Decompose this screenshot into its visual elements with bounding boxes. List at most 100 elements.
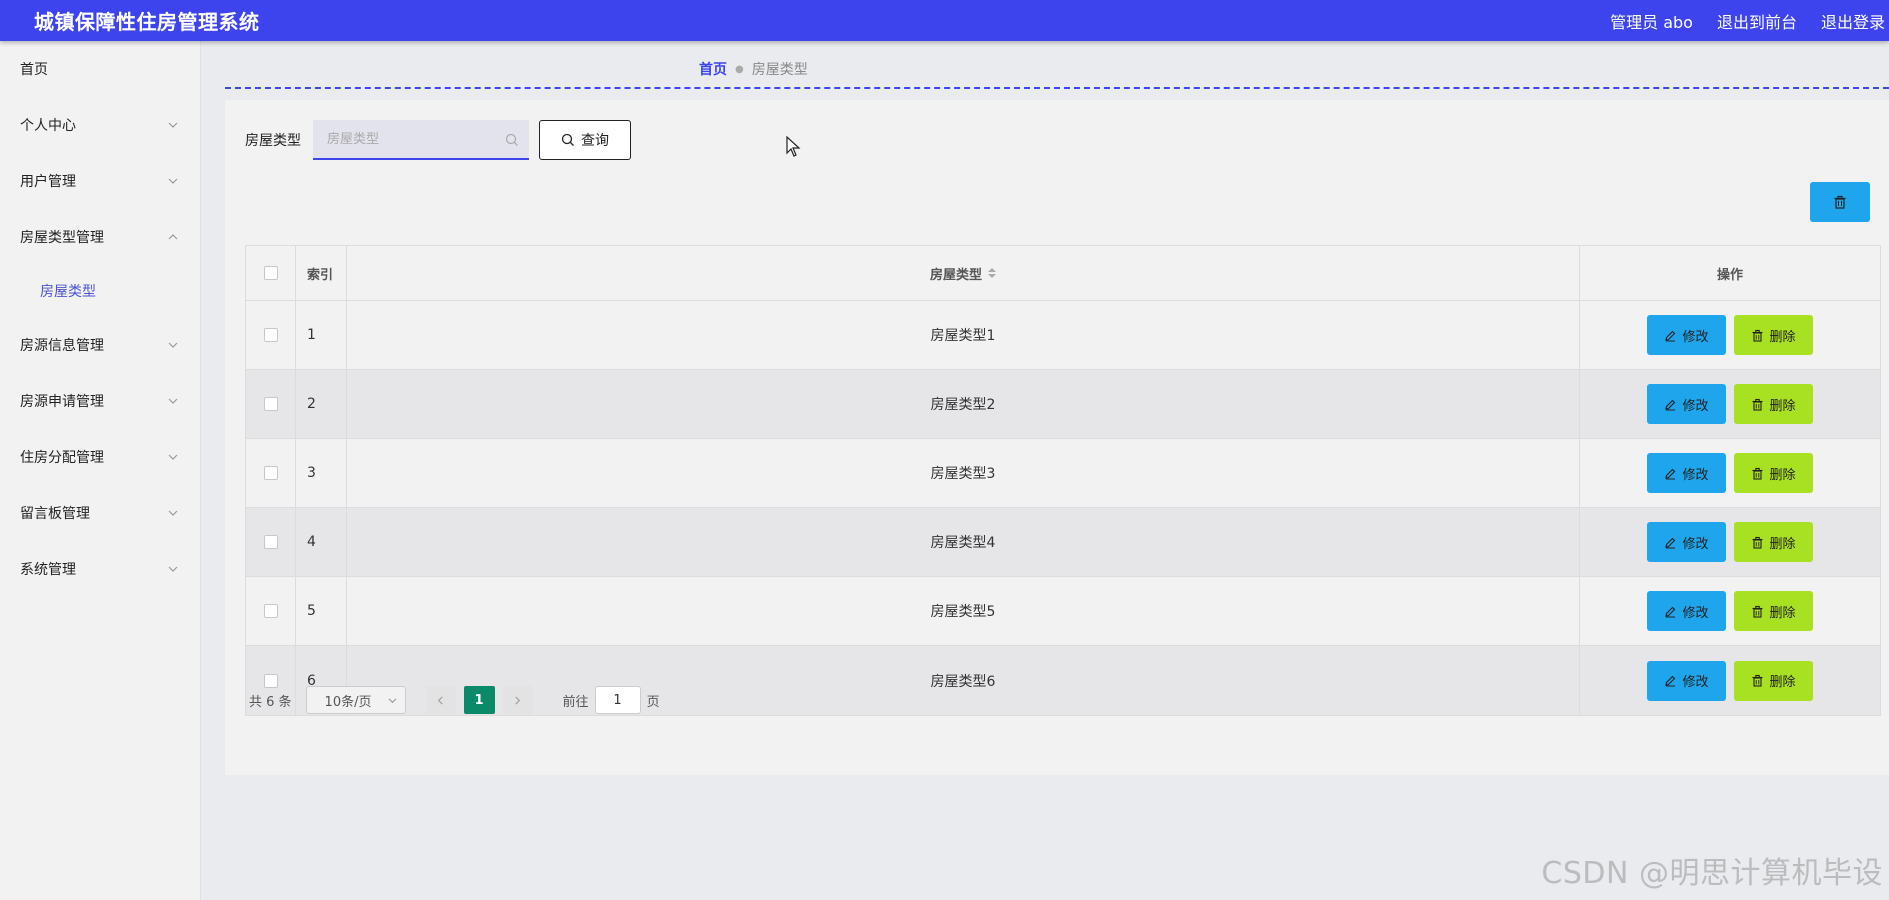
row-house-type: 房屋类型1 (347, 301, 1580, 369)
prev-page-button[interactable] (425, 686, 456, 714)
chevron-right-icon (515, 696, 521, 704)
edit-button[interactable]: 修改 (1647, 660, 1726, 701)
row-operations: 修改 删除 (1580, 508, 1880, 576)
edit-button[interactable]: 修改 (1647, 315, 1726, 355)
row-operations: 修改 删除 (1580, 301, 1880, 369)
delete-button[interactable]: 删除 (1734, 591, 1813, 631)
page-size-select[interactable]: 10条/页 (305, 686, 406, 714)
delete-button-label: 删除 (1769, 605, 1796, 621)
watermark: CSDN @明思计算机毕设 (1541, 856, 1883, 891)
row-checkbox[interactable] (263, 397, 278, 411)
trash-icon (1752, 329, 1763, 342)
top-bar: 城镇保障性住房管理系统 管理员 abo 退出到前台 退出登录 (0, 0, 1889, 41)
sidebar-item-housing-info-management[interactable]: 房源信息管理 (0, 317, 200, 373)
goto-page-input[interactable] (594, 686, 641, 714)
edit-icon (1665, 606, 1676, 617)
edit-button[interactable]: 修改 (1647, 453, 1726, 493)
table-row: 3 房屋类型3 修改 删除 (246, 439, 1880, 508)
sidebar: 首页 个人中心 用户管理 房屋类型管理 房屋类型 房源信息管理 房源申请管理 住… (0, 41, 201, 900)
delete-button[interactable]: 删除 (1734, 384, 1813, 424)
row-index: 4 (296, 508, 347, 576)
edit-icon (1665, 675, 1676, 687)
row-house-type: 房屋类型4 (347, 508, 1580, 576)
sidebar-subitem-house-type[interactable]: 房屋类型 (0, 265, 200, 317)
sidebar-item-label: 个人中心 (20, 118, 76, 134)
delete-button-label: 删除 (1769, 467, 1796, 483)
chevron-down-icon (168, 564, 178, 574)
row-index: 5 (296, 577, 347, 645)
row-checkbox[interactable] (263, 604, 278, 618)
delete-button[interactable]: 删除 (1734, 453, 1813, 493)
chevron-down-icon (168, 396, 178, 406)
row-checkbox[interactable] (263, 466, 278, 480)
sort-icon[interactable] (988, 268, 996, 278)
sidebar-item-personal-center[interactable]: 个人中心 (0, 97, 200, 153)
row-checkbox-cell (246, 508, 296, 576)
sidebar-item-housing-allocation-management[interactable]: 住房分配管理 (0, 429, 200, 485)
select-all-checkbox[interactable] (263, 266, 278, 280)
search-icon (561, 133, 574, 146)
sidebar-item-label: 住房分配管理 (20, 450, 104, 466)
edit-button[interactable]: 修改 (1647, 522, 1726, 562)
row-house-type: 房屋类型2 (347, 370, 1580, 438)
content-panel: 房屋类型 查询 索引 房屋类型 操作 (225, 100, 1889, 775)
row-operations: 修改 删除 (1580, 646, 1880, 715)
header-house-type[interactable]: 房屋类型 (347, 246, 1580, 300)
chevron-left-icon (437, 696, 443, 704)
trash-icon (1752, 674, 1763, 687)
house-type-search-input[interactable] (313, 120, 529, 158)
search-input-wrapper (313, 120, 529, 160)
pagination: 共 6 条 10条/页 1 前往 页 (249, 686, 660, 714)
chevron-up-icon (168, 232, 178, 242)
sidebar-item-house-type-management[interactable]: 房屋类型管理 (0, 209, 200, 265)
page-number-current[interactable]: 1 (463, 686, 495, 714)
breadcrumb-home[interactable]: 首页 (699, 59, 727, 79)
chevron-down-icon (168, 452, 178, 462)
table-row: 1 房屋类型1 修改 删除 (246, 301, 1880, 370)
edit-button-label: 修改 (1682, 536, 1709, 552)
edit-button-label: 修改 (1682, 605, 1709, 621)
sidebar-item-message-board-management[interactable]: 留言板管理 (0, 485, 200, 541)
table-row: 5 房屋类型5 修改 删除 (246, 577, 1880, 646)
query-button[interactable]: 查询 (539, 120, 631, 160)
exit-to-front-link[interactable]: 退出到前台 (1717, 9, 1797, 33)
goto-suffix: 页 (646, 694, 660, 710)
edit-button[interactable]: 修改 (1647, 384, 1726, 424)
user-label: 管理员 abo (1610, 12, 1693, 32)
row-operations: 修改 删除 (1580, 370, 1880, 438)
row-checkbox-cell (246, 370, 296, 438)
top-right-links: 管理员 abo 退出到前台 退出登录 (1610, 9, 1889, 33)
row-index: 1 (296, 301, 347, 369)
edit-button[interactable]: 修改 (1647, 591, 1726, 631)
row-checkbox[interactable] (263, 535, 278, 549)
query-button-label: 查询 (581, 133, 609, 149)
search-icon (505, 133, 518, 146)
edit-icon (1665, 330, 1676, 341)
sidebar-item-user-management[interactable]: 用户管理 (0, 153, 200, 209)
chevron-down-icon (168, 120, 178, 130)
next-page-button[interactable] (502, 686, 533, 714)
sidebar-subitem-label: 房屋类型 (40, 284, 96, 300)
sidebar-item-label: 用户管理 (20, 174, 76, 190)
delete-button[interactable]: 删除 (1734, 522, 1813, 562)
sidebar-item-label: 首页 (20, 62, 48, 78)
sidebar-item-label: 系统管理 (20, 562, 76, 578)
sidebar-item-system-management[interactable]: 系统管理 (0, 541, 200, 597)
sidebar-item-label: 留言板管理 (20, 506, 90, 522)
bulk-delete-button[interactable] (1810, 182, 1870, 222)
edit-icon (1665, 399, 1676, 410)
sidebar-item-housing-application-management[interactable]: 房源申请管理 (0, 373, 200, 429)
delete-button[interactable]: 删除 (1734, 660, 1813, 701)
table-row: 4 房屋类型4 修改 删除 (246, 508, 1880, 577)
app-title: 城镇保障性住房管理系统 (34, 10, 260, 34)
logout-link[interactable]: 退出登录 (1821, 9, 1885, 33)
page-size-value: 10条/页 (324, 694, 372, 710)
delete-button[interactable]: 删除 (1734, 315, 1813, 355)
breadcrumb-bar: 首页 ● 房屋类型 (225, 41, 1889, 89)
delete-button-label: 删除 (1769, 536, 1796, 552)
row-checkbox[interactable] (263, 328, 278, 342)
search-label: 房屋类型 (245, 133, 301, 149)
sidebar-item-home[interactable]: 首页 (0, 41, 200, 97)
header-index: 索引 (296, 246, 347, 300)
edit-button-label: 修改 (1682, 329, 1709, 345)
